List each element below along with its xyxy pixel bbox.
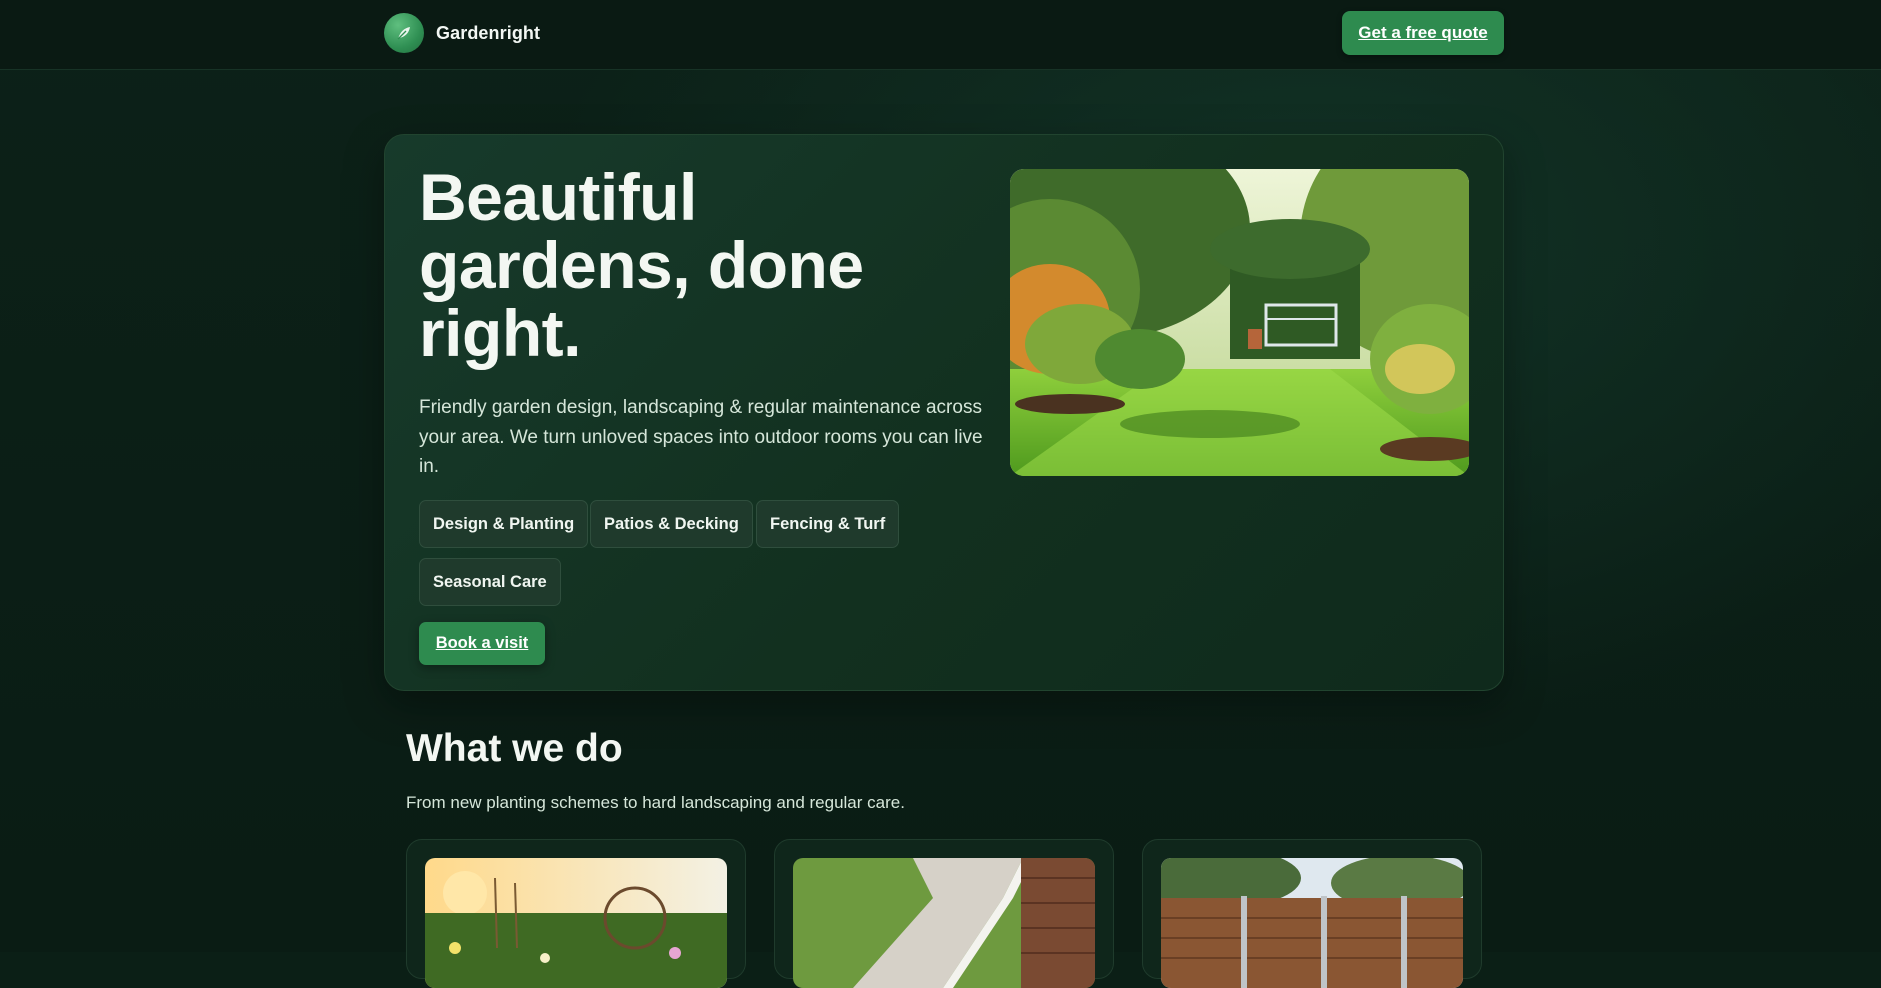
book-visit-button[interactable]: Book a visit — [419, 622, 545, 665]
garden-hero-image — [1010, 169, 1469, 476]
hero-title-line-2: gardens, done — [419, 228, 864, 302]
brand-name: Gardenright — [436, 22, 541, 43]
leaf-icon — [384, 13, 424, 53]
patio-image — [793, 858, 1095, 988]
hero-card: Beautiful gardens, done right. Friendly … — [384, 134, 1504, 691]
chip-design-planting[interactable]: Design & Planting — [419, 500, 589, 548]
planting-image — [425, 858, 727, 988]
service-card-planting[interactable] — [406, 839, 746, 988]
service-card-fencing[interactable] — [1142, 839, 1482, 988]
hero-description: Friendly garden design, landscaping & re… — [419, 397, 983, 477]
get-free-quote-button[interactable]: Get a free quote — [1342, 11, 1504, 55]
hero-title-line-1: Beautiful — [419, 160, 697, 234]
brand[interactable]: Gardenright — [384, 13, 540, 53]
chip-fencing-turf[interactable]: Fencing & Turf — [756, 500, 900, 548]
chip-seasonal-care[interactable]: Seasonal Care — [419, 558, 561, 606]
fencing-image — [1161, 858, 1463, 988]
section-subtitle: From new planting schemes to hard landsc… — [406, 793, 905, 812]
section-title: What we do — [406, 727, 623, 770]
hero-title-line-3: right. — [419, 296, 581, 370]
service-card-patios[interactable] — [774, 839, 1114, 988]
top-navigation-bar: Gardenright Get a free quote — [0, 0, 1881, 70]
chip-patios-decking[interactable]: Patios & Decking — [590, 500, 753, 548]
hero-title: Beautiful gardens, done right. — [419, 163, 979, 367]
